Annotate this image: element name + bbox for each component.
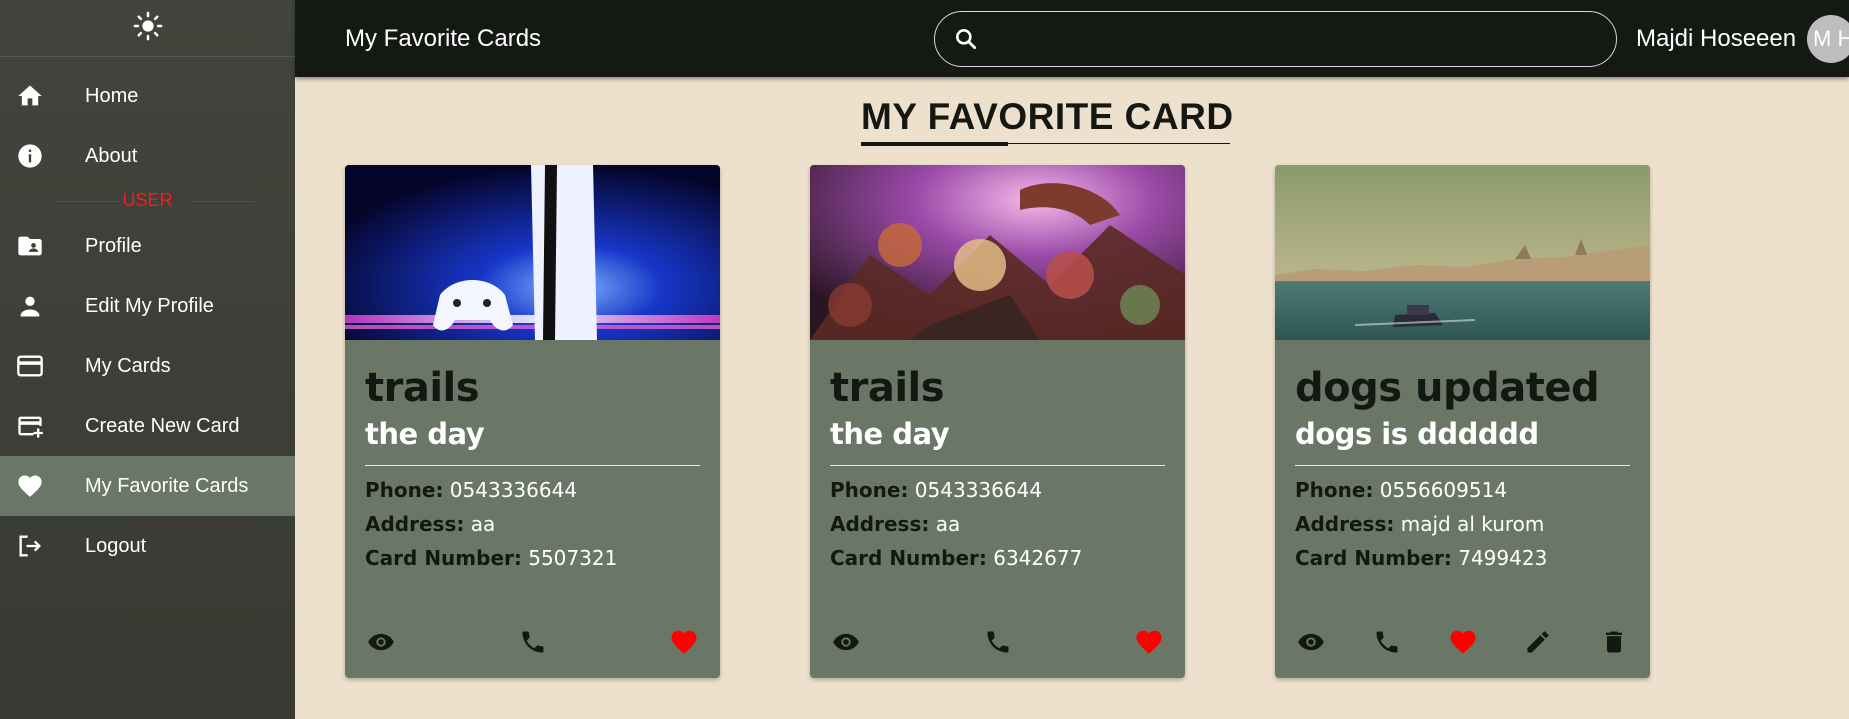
search-input[interactable] (990, 22, 1590, 56)
section-label-user: USER (0, 190, 295, 211)
business-card: dogs updated dogs is dddddd Phone: 05566… (1275, 165, 1650, 678)
header-title: My Favorite Cards (345, 25, 542, 52)
card-title: trails (365, 365, 480, 411)
sidebar-item-label: Edit My Profile (85, 294, 214, 317)
theme-toggle[interactable] (0, 0, 295, 57)
phone-label: Phone: (830, 478, 909, 502)
card-body: dogs updated dogs is dddddd Phone: 05566… (1295, 340, 1630, 571)
card-address: Address: majd al kurom (1295, 512, 1630, 537)
card-phone: Phone: 0556609514 (1295, 478, 1630, 503)
card-subtitle: the day (365, 417, 485, 451)
sidebar-item-label: About (85, 144, 138, 167)
card-phone: Phone: 0543336644 (365, 478, 700, 503)
heart-icon[interactable] (1447, 626, 1479, 658)
phone-icon[interactable] (982, 626, 1014, 658)
business-card: trails the day Phone: 0543336644 Address… (810, 165, 1185, 678)
sidebar-item-home[interactable]: Home (0, 66, 295, 126)
profile-folder-icon (16, 232, 44, 260)
business-card: trails the day Phone: 0543336644 Address… (345, 165, 720, 678)
card-title: trails (830, 365, 945, 411)
sidebar-item-favorite-cards[interactable]: My Favorite Cards (0, 456, 295, 516)
sidebar-item-label: Home (85, 84, 139, 107)
delete-icon[interactable] (1598, 626, 1630, 658)
sidebar: Home About USER Profile Edit My Profile … (0, 0, 295, 719)
card-subtitle: the day (830, 417, 950, 451)
card-phone: Phone: 0543336644 (830, 478, 1165, 503)
card-number: Card Number: 5507321 (365, 546, 700, 571)
card-body: trails the day Phone: 0543336644 Address… (830, 340, 1165, 571)
sidebar-item-label: My Cards (85, 354, 171, 377)
card-number-label: Card Number: (1295, 546, 1452, 570)
logout-icon (16, 532, 44, 560)
search-icon[interactable] (953, 26, 979, 57)
sidebar-item-logout[interactable]: Logout (0, 516, 295, 576)
sidebar-item-edit-profile[interactable]: Edit My Profile (0, 276, 295, 336)
eye-icon[interactable] (830, 626, 862, 658)
card-title: dogs updated (1295, 365, 1600, 411)
phone-value: 0543336644 (914, 478, 1043, 502)
heart-icon (16, 472, 44, 500)
sidebar-item-profile[interactable]: Profile (0, 216, 295, 276)
phone-label: Phone: (1295, 478, 1374, 502)
phone-icon[interactable] (1371, 626, 1403, 658)
address-label: Address: (830, 512, 930, 536)
phone-icon[interactable] (517, 626, 549, 658)
phone-value: 0556609514 (1379, 478, 1508, 502)
card-number: Card Number: 6342677 (830, 546, 1165, 571)
game-console-image[interactable] (345, 165, 720, 340)
card-divider (1295, 465, 1630, 466)
heart-icon[interactable] (668, 626, 700, 658)
sidebar-item-label: My Favorite Cards (85, 474, 249, 497)
top-bar: My Favorite Cards Majdi Hoseeen M H (295, 0, 1849, 77)
card-actions (1295, 626, 1630, 658)
heart-icon[interactable] (1133, 626, 1165, 658)
sidebar-item-label: Create New Card (85, 414, 240, 437)
search-box[interactable] (934, 11, 1617, 67)
address-label: Address: (1295, 512, 1395, 536)
phone-label: Phone: (365, 478, 444, 502)
card-number-label: Card Number: (365, 546, 522, 570)
credit-card-icon (16, 352, 44, 380)
person-icon (16, 292, 44, 320)
sidebar-item-about[interactable]: About (0, 126, 295, 186)
card-subtitle: dogs is dddddd (1295, 417, 1539, 451)
sidebar-item-my-cards[interactable]: My Cards (0, 336, 295, 396)
sidebar-item-label: Profile (85, 234, 142, 257)
avatar[interactable]: M H (1807, 15, 1849, 63)
phone-value: 0543336644 (449, 478, 578, 502)
home-icon (16, 82, 44, 110)
address-label: Address: (365, 512, 465, 536)
address-value: aa (470, 512, 496, 536)
card-divider (830, 465, 1165, 466)
card-number-value: 5507321 (528, 546, 618, 570)
address-value: majd al kurom (1400, 512, 1545, 536)
sidebar-item-create-card[interactable]: Create New Card (0, 396, 295, 456)
info-icon (16, 142, 44, 170)
sidebar-item-label: Logout (85, 534, 147, 557)
card-number: Card Number: 7499423 (1295, 546, 1630, 571)
eye-icon[interactable] (1295, 626, 1327, 658)
sun-icon[interactable] (133, 11, 163, 46)
card-divider (365, 465, 700, 466)
card-number-value: 6342677 (993, 546, 1083, 570)
card-number-value: 7499423 (1458, 546, 1548, 570)
city-sea-image[interactable] (1275, 165, 1650, 340)
card-actions (365, 626, 700, 658)
edit-icon[interactable] (1522, 626, 1554, 658)
card-address: Address: aa (365, 512, 700, 537)
eye-icon[interactable] (365, 626, 397, 658)
game-characters-image[interactable] (810, 165, 1185, 340)
card-actions (830, 626, 1165, 658)
user-name: Majdi Hoseeen (1636, 25, 1797, 52)
page-title: MY FAVORITE CARD (861, 96, 1234, 137)
address-value: aa (935, 512, 961, 536)
card-address: Address: aa (830, 512, 1165, 537)
card-body: trails the day Phone: 0543336644 Address… (365, 340, 700, 571)
title-underline-accent (861, 142, 1008, 146)
card-number-label: Card Number: (830, 546, 987, 570)
add-card-icon (16, 412, 44, 440)
